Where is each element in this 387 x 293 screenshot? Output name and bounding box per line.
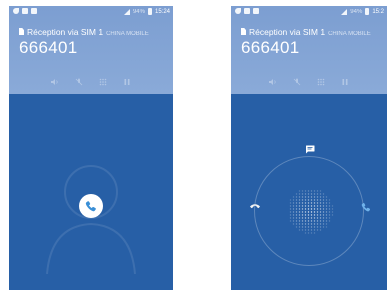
answer-call-button[interactable] <box>79 194 103 218</box>
decline-icon <box>250 204 260 209</box>
hold-icon[interactable] <box>122 78 132 86</box>
sim-icon <box>19 28 24 35</box>
decline-call-button[interactable] <box>249 202 261 210</box>
mute-icon[interactable] <box>292 78 302 86</box>
image-notification-icon <box>253 8 259 14</box>
hold-icon[interactable] <box>340 78 350 86</box>
mute-icon[interactable] <box>74 78 84 86</box>
battery-icon <box>147 8 152 15</box>
caller-number: 666401 <box>19 38 78 57</box>
sim-label: Réception via SIM 1 <box>249 27 326 37</box>
status-bar: 94% 15:24 <box>9 6 173 18</box>
caller-number: 666401 <box>241 38 300 57</box>
incoming-call-screen-2: 94% 15:2 Réception via SIM 1 CHINA MOBIL… <box>231 6 387 290</box>
signal-icon <box>123 8 130 15</box>
sim-icon <box>241 28 246 35</box>
call-status-icon <box>13 8 19 14</box>
call-header: 94% 15:2 Réception via SIM 1 CHINA MOBIL… <box>231 6 387 94</box>
call-header: 94% 15:24 Réception via SIM 1 CHINA MOBI… <box>9 6 173 94</box>
message-notification-icon <box>22 8 28 14</box>
dialpad-icon[interactable] <box>98 78 108 86</box>
accept-call-button[interactable] <box>361 202 371 212</box>
sim-label: Réception via SIM 1 <box>27 27 104 37</box>
reply-with-message-button[interactable] <box>305 145 315 154</box>
speaker-icon[interactable] <box>268 78 278 86</box>
carrier-name: CHINA MOBILE <box>328 31 371 37</box>
drag-handle[interactable] <box>284 186 334 236</box>
message-icon <box>306 145 315 154</box>
call-icon <box>85 201 96 212</box>
dialpad-icon[interactable] <box>316 78 326 86</box>
status-bar: 94% 15:2 <box>231 6 387 18</box>
speaker-icon[interactable] <box>50 78 60 86</box>
accept-icon <box>361 203 371 212</box>
call-controls <box>231 78 387 86</box>
carrier-name: CHINA MOBILE <box>106 31 149 37</box>
call-controls <box>9 78 173 86</box>
call-status-icon <box>235 8 241 14</box>
clock: 15:2 <box>372 8 384 15</box>
image-notification-icon <box>31 8 37 14</box>
message-notification-icon <box>244 8 250 14</box>
battery-percent: 94% <box>132 8 145 15</box>
battery-icon <box>365 8 370 15</box>
incoming-call-screen-1: 94% 15:24 Réception via SIM 1 CHINA MOBI… <box>9 6 173 290</box>
clock: 15:24 <box>154 8 170 15</box>
signal-icon <box>341 8 348 15</box>
battery-percent: 94% <box>350 8 363 15</box>
